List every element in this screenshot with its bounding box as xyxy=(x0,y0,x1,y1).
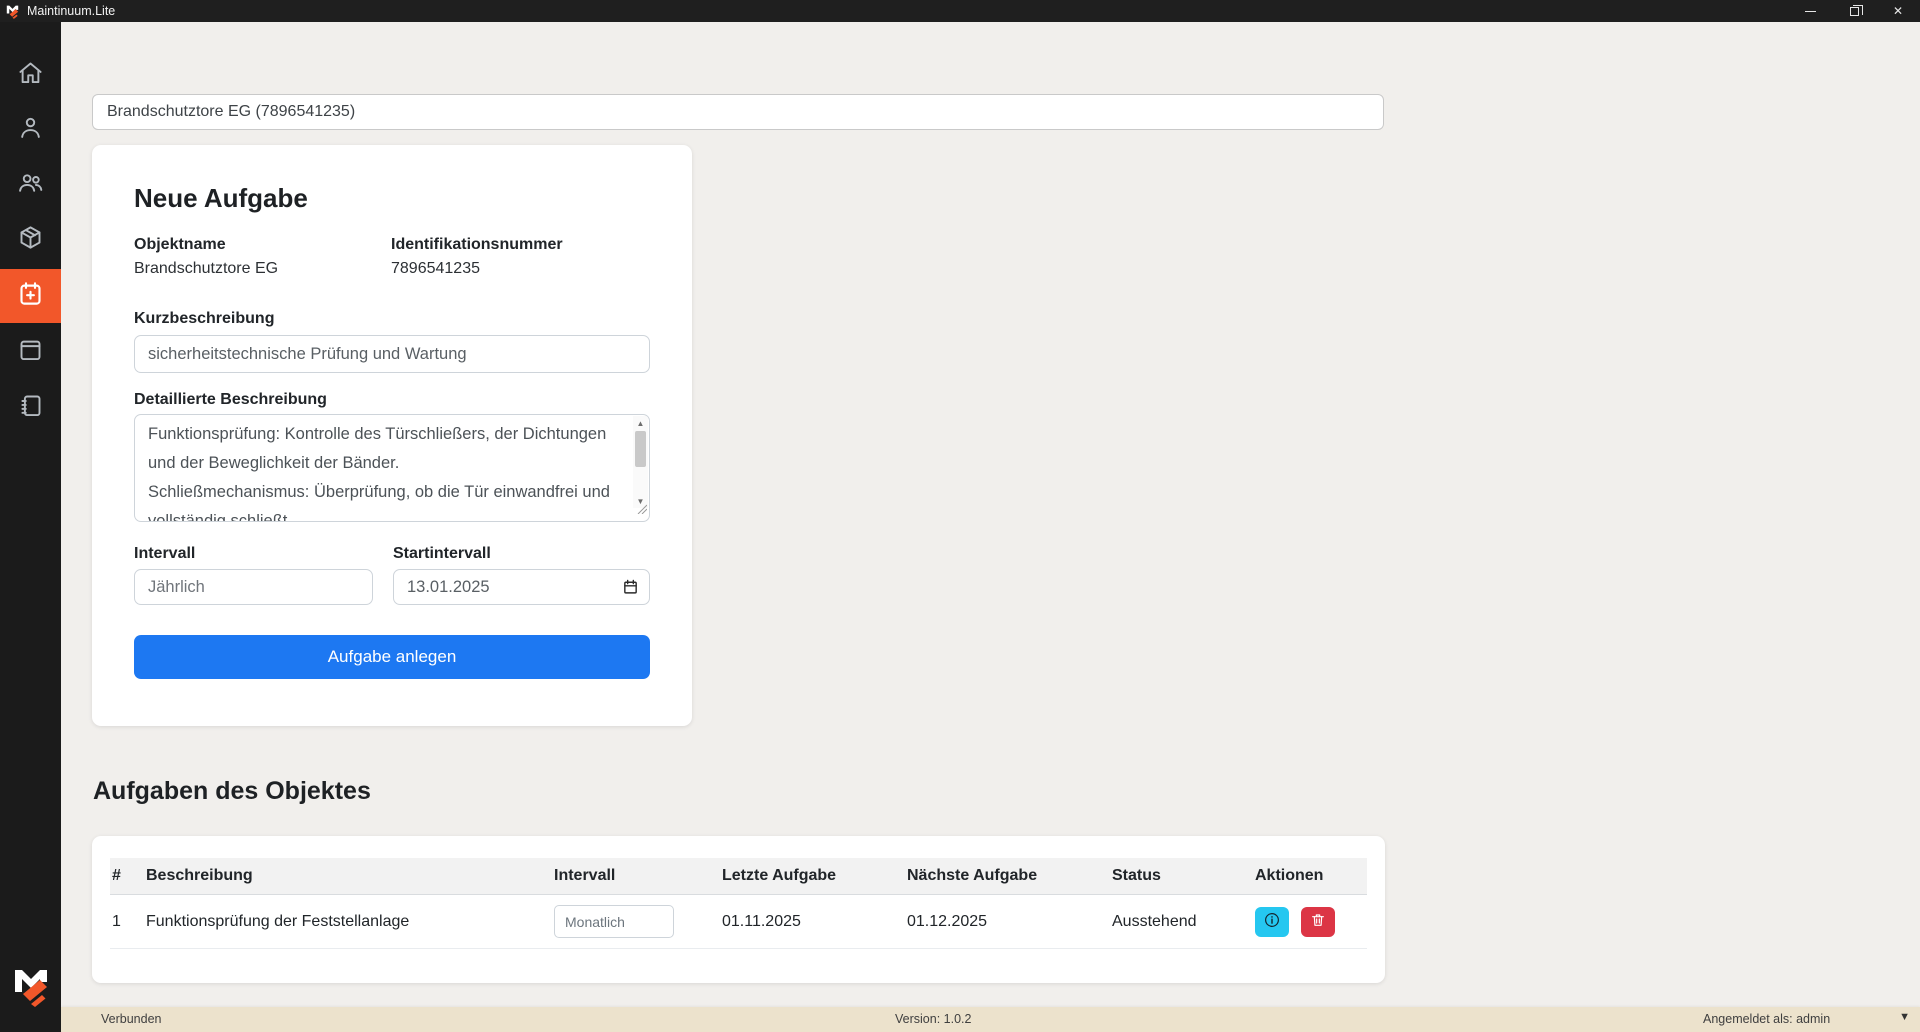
detail-description-textarea[interactable]: Funktionsprüfung: Kontrolle des Türschli… xyxy=(134,414,650,522)
create-task-button[interactable]: Aufgabe anlegen xyxy=(134,635,650,679)
user-icon xyxy=(17,114,44,146)
scroll-up-icon[interactable]: ▲ xyxy=(633,416,648,430)
col-header-next-task: Nächste Aufgabe xyxy=(905,858,1110,895)
col-header-actions: Aktionen xyxy=(1253,858,1367,895)
object-name-label: Objektname xyxy=(134,235,391,254)
cell-num: 1 xyxy=(110,895,144,949)
table-header-row: # Beschreibung Intervall Letzte Aufgabe … xyxy=(110,858,1367,895)
trash-icon xyxy=(1310,912,1326,931)
detail-description-text: Funktionsprüfung: Kontrolle des Türschli… xyxy=(135,415,632,521)
tasks-section-title: Aufgaben des Objektes xyxy=(93,777,371,806)
start-interval-label: Startintervall xyxy=(393,544,650,563)
short-description-input[interactable] xyxy=(134,335,650,373)
resize-grip-icon[interactable] xyxy=(637,501,647,519)
object-info-row: Objektname Brandschutztore EG Identifika… xyxy=(134,235,650,279)
sidebar-item-objects[interactable] xyxy=(0,213,61,267)
version-label: Version: 1.0.2 xyxy=(895,1012,971,1026)
detail-description-label: Detaillierte Beschreibung xyxy=(134,390,650,409)
start-interval-date-input[interactable] xyxy=(393,569,650,605)
cell-last-task: 01.11.2025 xyxy=(720,895,905,949)
sidebar xyxy=(0,22,61,1032)
table-row: 1 Funktionsprüfung der Feststellanlage 0… xyxy=(110,895,1367,949)
info-icon xyxy=(1263,911,1281,932)
object-id-value: 7896541235 xyxy=(391,259,563,279)
interval-label: Intervall xyxy=(134,544,373,563)
close-button[interactable]: ✕ xyxy=(1876,0,1920,22)
app-window: Maintinuum.Lite ✕ xyxy=(0,0,1920,1032)
connection-status: Verbunden xyxy=(101,1012,161,1026)
sidebar-item-journal[interactable] xyxy=(0,381,61,435)
calendar-plus-icon xyxy=(17,280,44,312)
sidebar-item-home[interactable] xyxy=(0,48,61,102)
journal-icon xyxy=(17,392,44,424)
object-id-label: Identifikationsnummer xyxy=(391,235,563,254)
cell-next-task: 01.12.2025 xyxy=(905,895,1110,949)
delete-button[interactable] xyxy=(1301,907,1335,937)
col-header-interval: Intervall xyxy=(552,858,720,895)
card-title: Neue Aufgabe xyxy=(134,183,650,213)
tasks-table: # Beschreibung Intervall Letzte Aufgabe … xyxy=(110,858,1367,949)
calendar-icon xyxy=(17,336,44,368)
object-name-value: Brandschutztore EG xyxy=(134,259,391,279)
home-icon xyxy=(17,59,44,91)
new-task-card: Neue Aufgabe Objektname Brandschutztore … xyxy=(92,145,692,726)
logged-in-user: Angemeldet als: admin xyxy=(1703,1012,1830,1026)
app-logo-icon xyxy=(5,3,20,19)
row-interval-input[interactable] xyxy=(554,905,674,938)
col-header-description: Beschreibung xyxy=(144,858,552,895)
interval-row: Intervall Startintervall xyxy=(134,544,650,605)
info-button[interactable] xyxy=(1255,907,1289,937)
titlebar: Maintinuum.Lite ✕ xyxy=(0,0,1920,22)
cell-status: Ausstehend xyxy=(1110,895,1253,949)
window-controls: ✕ xyxy=(1788,0,1920,22)
sidebar-item-calendar[interactable] xyxy=(0,325,61,379)
sidebar-item-user[interactable] xyxy=(0,103,61,157)
sidebar-item-users[interactable] xyxy=(0,158,61,212)
brand-logo-icon xyxy=(10,962,52,1008)
col-header-num: # xyxy=(110,858,144,895)
short-description-label: Kurzbeschreibung xyxy=(134,309,650,328)
dropdown-chevron-icon[interactable]: ▼ xyxy=(1899,1011,1910,1023)
cell-description: Funktionsprüfung der Feststellanlage xyxy=(144,895,552,949)
object-search-input[interactable] xyxy=(92,94,1384,130)
maximize-button[interactable] xyxy=(1832,0,1876,22)
scrollbar-thumb[interactable] xyxy=(635,431,646,467)
minimize-button[interactable] xyxy=(1788,0,1832,22)
users-icon xyxy=(17,169,44,201)
col-header-status: Status xyxy=(1110,858,1253,895)
interval-input[interactable] xyxy=(134,569,373,605)
row-actions xyxy=(1255,907,1363,937)
window-title: Maintinuum.Lite xyxy=(27,4,115,18)
statusbar: Verbunden Version: 1.0.2 Angemeldet als:… xyxy=(61,1007,1920,1032)
tasks-table-card: # Beschreibung Intervall Letzte Aufgabe … xyxy=(92,836,1385,983)
textarea-scrollbar[interactable]: ▲ ▼ xyxy=(633,416,648,508)
col-header-last-task: Letzte Aufgabe xyxy=(720,858,905,895)
sidebar-item-task-create[interactable] xyxy=(0,269,61,323)
box-icon xyxy=(17,224,44,256)
